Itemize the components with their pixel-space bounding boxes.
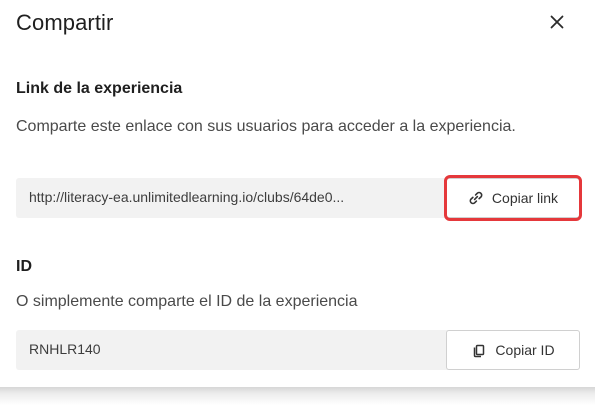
dialog-bottom-shadow: [0, 387, 595, 405]
dialog-title: Compartir: [16, 10, 114, 35]
link-icon: [469, 191, 483, 205]
copy-link-button[interactable]: Copiar link: [446, 178, 580, 218]
link-section-heading: Link de la experiencia: [16, 80, 183, 97]
close-button[interactable]: [545, 10, 569, 34]
copy-link-label: Copiar link: [491, 190, 559, 206]
copy-icon: [474, 344, 485, 358]
id-section-heading: ID: [16, 258, 32, 275]
id-field: RNHLR140 Copiar ID: [16, 330, 580, 370]
copy-id-label: Copiar ID: [495, 342, 555, 358]
share-dialog: Compartir Link de la experiencia Compart…: [0, 0, 595, 385]
link-url-value[interactable]: http://literacy-ea.unlimitedlearning.io/…: [29, 189, 434, 205]
link-section-description: Comparte este enlace con sus usuarios pa…: [16, 118, 516, 135]
id-value[interactable]: RNHLR140: [29, 341, 429, 357]
share-dialog-page: Compartir Link de la experiencia Compart…: [0, 0, 595, 405]
id-section-description: O simplemente comparte el ID de la exper…: [16, 293, 358, 310]
close-icon: [550, 15, 564, 29]
copy-id-button[interactable]: Copiar ID: [446, 330, 580, 370]
link-field: http://literacy-ea.unlimitedlearning.io/…: [16, 175, 582, 221]
